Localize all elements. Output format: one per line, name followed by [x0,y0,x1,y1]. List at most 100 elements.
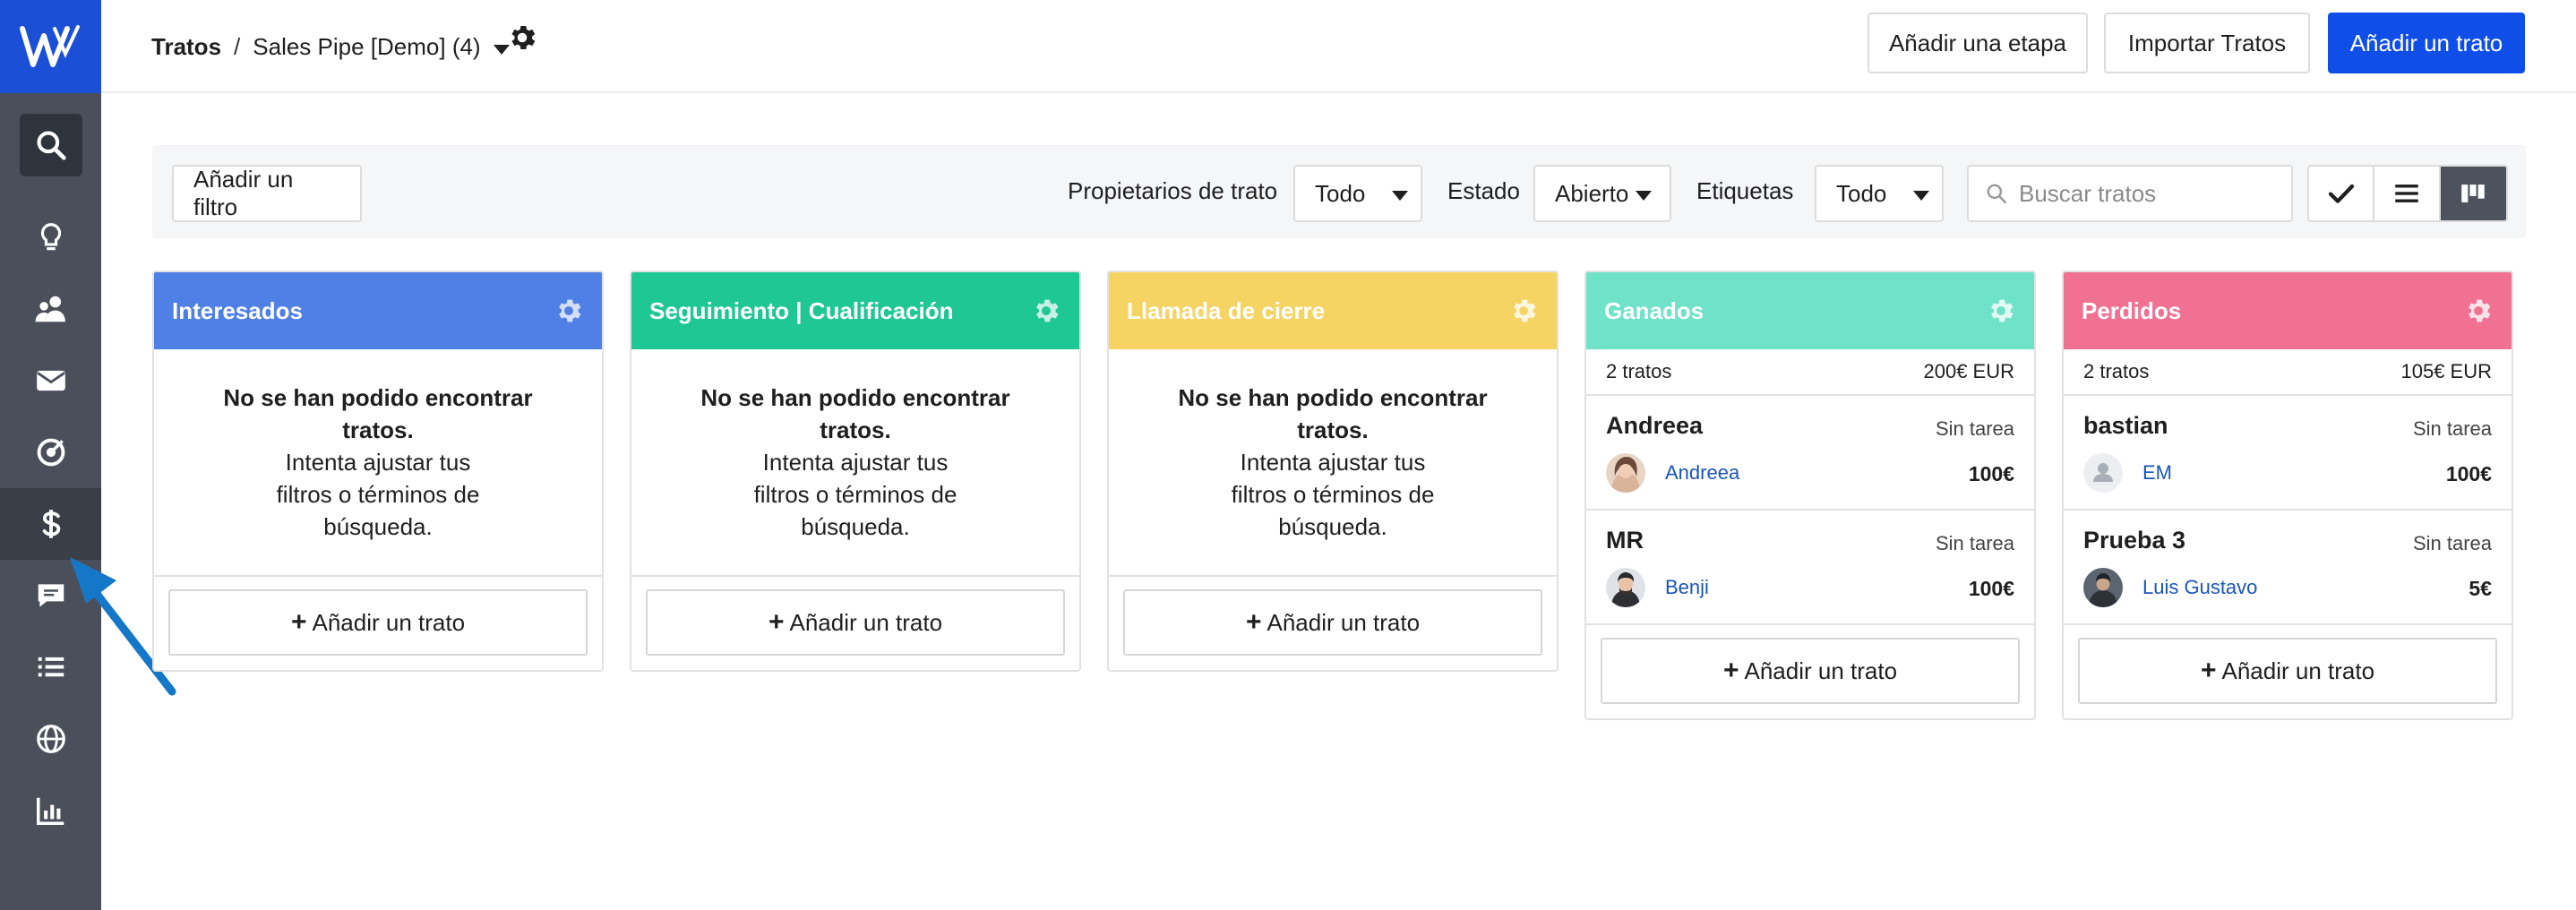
tags-select[interactable]: Todo [1815,165,1944,222]
state-select[interactable]: Abierto [1533,165,1671,222]
import-deals-button[interactable]: Importar Tratos [2104,13,2310,73]
owner-link[interactable]: EM [2142,461,2172,485]
stage-title: Llamada de cierre [1127,296,1326,324]
stage-summary: 2 tratos 200€ EUR [1586,349,2034,396]
view-list-button[interactable] [2374,167,2441,220]
empty-state-line: Intenta ajustar tus [762,449,949,476]
deal-search[interactable] [1967,165,2293,222]
search-icon [1987,184,2007,204]
checkmark-icon [2328,184,2354,203]
stage-column-ganados: Ganados 2 tratos 200€ EUR Andreea Sin ta… [1584,270,2036,720]
sidebar-item-sites[interactable] [0,703,101,775]
sidebar-item-marketing[interactable] [0,416,101,488]
sidebar-item-ideas[interactable] [0,202,101,273]
empty-state-line: filtros o términos de [276,481,480,508]
pipeline-selector[interactable]: Sales Pipe [Demo] (4) [253,33,480,61]
gear-icon[interactable] [506,21,538,54]
filter-bar: Añadir un filtro Propietarios de trato T… [152,145,2526,238]
empty-state-title: No se han podido encontrar tratos. [700,384,1010,443]
deal-owner: EM [2083,453,2172,493]
bar-chart-icon [36,797,64,825]
add-deal-label: Añadir un trato [2221,657,2375,684]
gear-icon[interactable] [1508,296,1539,326]
stage-title: Ganados [1604,296,1704,324]
empty-state-line: Intenta ajustar tus [285,449,471,476]
deal-card[interactable]: MR Sin tarea Benji 100€ [1586,511,2034,625]
target-icon [37,438,64,467]
breadcrumb-root[interactable]: Tratos [151,33,221,61]
stage-column-seguimiento: Seguimiento | Cualificación No se han po… [630,270,1081,672]
gear-icon[interactable] [1986,296,2016,326]
tags-label: Etiquetas [1696,177,1794,204]
lightbulb-icon [40,223,61,251]
empty-state-line: filtros o términos de [753,481,957,508]
deal-value: 100€ [2445,462,2492,485]
app-logo[interactable] [0,0,101,93]
owner-link[interactable]: Benji [1665,576,1709,599]
top-header: Tratos / Sales Pipe [Demo] (4) Añadir un… [101,0,2576,93]
deal-value: 100€ [1968,462,2014,485]
avatar [1606,453,1645,493]
empty-state-title: No se han podido encontrar tratos. [1178,384,1488,443]
state-select-value: Abierto [1555,179,1629,207]
avatar [2083,453,2123,493]
gear-icon[interactable] [1031,296,1061,326]
deal-card[interactable]: Prueba 3 Sin tarea Luis Gustavo 5€ [2064,511,2512,625]
view-board-button[interactable] [2440,167,2506,220]
deal-value: 5€ [2469,577,2492,600]
empty-state-line: Intenta ajustar tus [1240,449,1426,476]
deal-card[interactable]: bastian Sin tarea EM 100€ [2064,396,2512,511]
deal-owner: Luis Gustavo [2083,568,2257,607]
sidebar-item-contacts[interactable] [0,273,101,345]
add-deal-to-stage-button[interactable]: + Añadir un trato [646,589,1065,656]
owner-link[interactable]: Andreea [1665,461,1739,485]
stage-title: Interesados [172,296,303,324]
stage-column-perdidos: Perdidos 2 tratos 105€ EUR bastian Sin t… [2062,270,2513,720]
list-view-icon [2395,185,2418,202]
deal-count: 2 tratos [1606,360,1672,382]
stage-header: Llamada de cierre [1109,272,1557,349]
breadcrumb: Tratos / Sales Pipe [Demo] (4) [151,30,510,63]
empty-state-line: búsqueda. [801,513,910,540]
sidebar [0,0,101,910]
empty-state-line: búsqueda. [1278,513,1387,540]
sidebar-item-mail[interactable] [0,345,101,416]
chevron-down-icon [1636,191,1652,201]
sidebar-item-search[interactable] [20,114,82,176]
empty-state: No se han podido encontrar tratos. Inten… [154,349,602,577]
add-deal-to-stage-button[interactable]: + Añadir un trato [168,589,588,656]
avatar [2083,568,2123,607]
sidebar-item-reports[interactable] [0,775,101,846]
plus-icon: + [2200,656,2217,685]
gear-icon[interactable] [554,296,584,326]
add-deal-to-stage-button[interactable]: + Añadir un trato [2078,638,2497,704]
deal-card[interactable]: Andreea Sin tarea Andreea 100€ [1586,396,2034,511]
gear-icon[interactable] [2463,296,2494,326]
view-tasks-button[interactable] [2309,167,2375,220]
add-filter-button[interactable]: Añadir un filtro [172,165,362,222]
plus-icon: + [768,607,785,637]
globe-icon [36,725,65,753]
avatar-photo-icon [1606,568,1645,607]
add-deal-label: Añadir un trato [1744,657,1898,684]
plus-icon: + [290,607,307,637]
stage-header: Perdidos [2064,272,2512,349]
owners-select[interactable]: Todo [1293,165,1422,222]
add-stage-button[interactable]: Añadir una etapa [1868,13,2088,73]
add-deal-to-stage-button[interactable]: + Añadir un trato [1601,638,2020,704]
add-deal-to-stage-button[interactable]: + Añadir un trato [1123,589,1542,656]
view-switcher [2307,165,2508,222]
plus-icon: + [1245,607,1262,637]
empty-state: No se han podido encontrar tratos. Inten… [631,349,1079,577]
deal-task-status: Sin tarea [2412,532,2492,554]
owner-link[interactable]: Luis Gustavo [2142,576,2257,599]
tags-select-value: Todo [1836,179,1887,207]
add-deal-button[interactable]: Añadir un trato [2328,13,2525,73]
stage-column-llamada-de-cierre: Llamada de cierre No se han podido encon… [1107,270,1558,672]
search-input[interactable] [2019,179,2288,208]
empty-state: No se han podido encontrar tratos. Inten… [1109,349,1557,577]
default-user-icon [2093,463,2113,482]
deal-task-status: Sin tarea [2412,417,2492,440]
empty-state-line: búsqueda. [323,513,433,540]
stage-title: Seguimiento | Cualificación [649,296,954,324]
